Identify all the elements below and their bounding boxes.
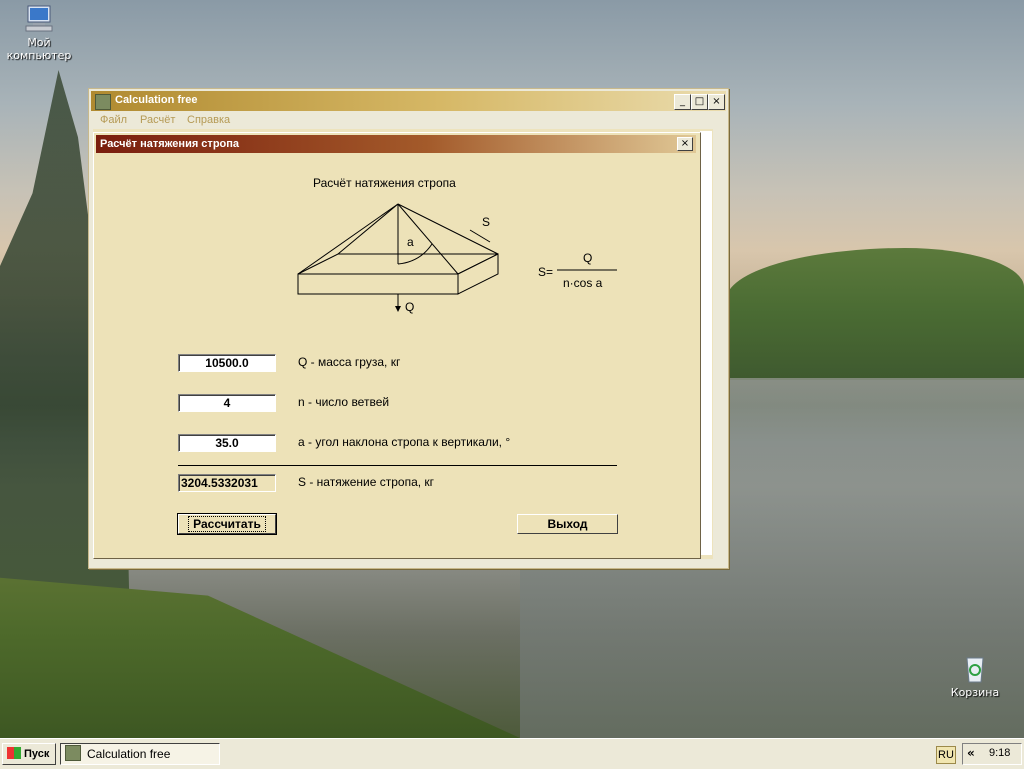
desktop-icon-label: Мой xyxy=(27,36,51,49)
exit-button[interactable]: Выход xyxy=(517,514,618,534)
formula-lhs: S= xyxy=(538,265,553,279)
desktop-icon-recycle-bin[interactable]: Корзина xyxy=(940,654,1010,699)
calculate-button-label: Рассчитать xyxy=(188,516,266,532)
clock[interactable]: 9:18 xyxy=(989,747,1010,759)
label-a: a xyxy=(407,235,414,249)
close-button[interactable]: × xyxy=(708,94,725,110)
desktop-hill xyxy=(726,248,1024,378)
sling-tension-dialog: Расчёт натяжения стропа × xyxy=(93,132,701,559)
app-icon xyxy=(95,94,111,110)
branches-label: n - число ветвей xyxy=(298,395,390,409)
maximize-button[interactable]: □ xyxy=(691,94,708,110)
angle-label: a - угол наклона стропа к вертикали, ° xyxy=(298,435,511,449)
minimize-button[interactable]: _ xyxy=(674,94,691,110)
menu-calculation[interactable]: Расчёт xyxy=(140,114,175,126)
angle-input[interactable]: 35.0 xyxy=(178,434,276,452)
mdi-scroll-strip xyxy=(700,131,712,555)
formula-numerator: Q xyxy=(583,251,592,265)
desktop-icon-my-computer[interactable]: Мой компьютер xyxy=(4,4,74,62)
mass-input[interactable]: 10500.0 xyxy=(178,354,276,372)
window-titlebar[interactable]: Calculation free _ □ × xyxy=(91,91,726,111)
desktop-icon-label: Корзина xyxy=(950,686,1000,699)
recycle-bin-icon xyxy=(958,654,992,684)
menu-help[interactable]: Справка xyxy=(187,114,230,126)
start-label: Пуск xyxy=(24,748,50,760)
desktop-icon-label: компьютер xyxy=(6,49,72,62)
language-indicator[interactable]: RU xyxy=(936,746,956,764)
calculate-button[interactable]: Рассчитать xyxy=(177,513,277,535)
taskbar: Пуск Calculation free RU « 9:18 xyxy=(0,738,1024,769)
dialog-close-button[interactable]: × xyxy=(677,137,693,151)
windows-logo-icon xyxy=(7,747,21,759)
system-tray: « 9:18 xyxy=(962,743,1022,765)
start-button[interactable]: Пуск xyxy=(2,743,56,765)
dialog-titlebar[interactable]: Расчёт натяжения стропа × xyxy=(96,135,696,153)
result-divider xyxy=(178,465,617,466)
mass-label: Q - масса груза, кг xyxy=(298,355,401,369)
sling-diagram: S a Q S= Q n·cos a xyxy=(297,203,617,314)
tension-result-field: 3204.5332031 xyxy=(178,474,276,492)
formula-denominator: n·cos a xyxy=(563,276,603,290)
window-title: Calculation free xyxy=(115,94,198,106)
tray-expand-button[interactable]: « xyxy=(967,746,975,760)
menu-bar: Файл Расчёт Справка xyxy=(91,112,726,128)
taskbar-item-calculation[interactable]: Calculation free xyxy=(60,743,220,765)
app-icon xyxy=(65,745,81,761)
label-s: S xyxy=(482,215,490,229)
taskbar-item-label: Calculation free xyxy=(87,747,171,761)
diagram-heading: Расчёт натяжения стропа xyxy=(313,176,456,190)
desktop-grass xyxy=(0,577,520,738)
tension-result-label: S - натяжение стропа, кг xyxy=(298,475,435,489)
branches-input[interactable]: 4 xyxy=(178,394,276,412)
menu-file[interactable]: Файл xyxy=(100,114,127,126)
dialog-title: Расчёт натяжения стропа xyxy=(100,138,240,150)
my-computer-icon xyxy=(22,4,56,34)
label-q: Q xyxy=(405,300,414,314)
